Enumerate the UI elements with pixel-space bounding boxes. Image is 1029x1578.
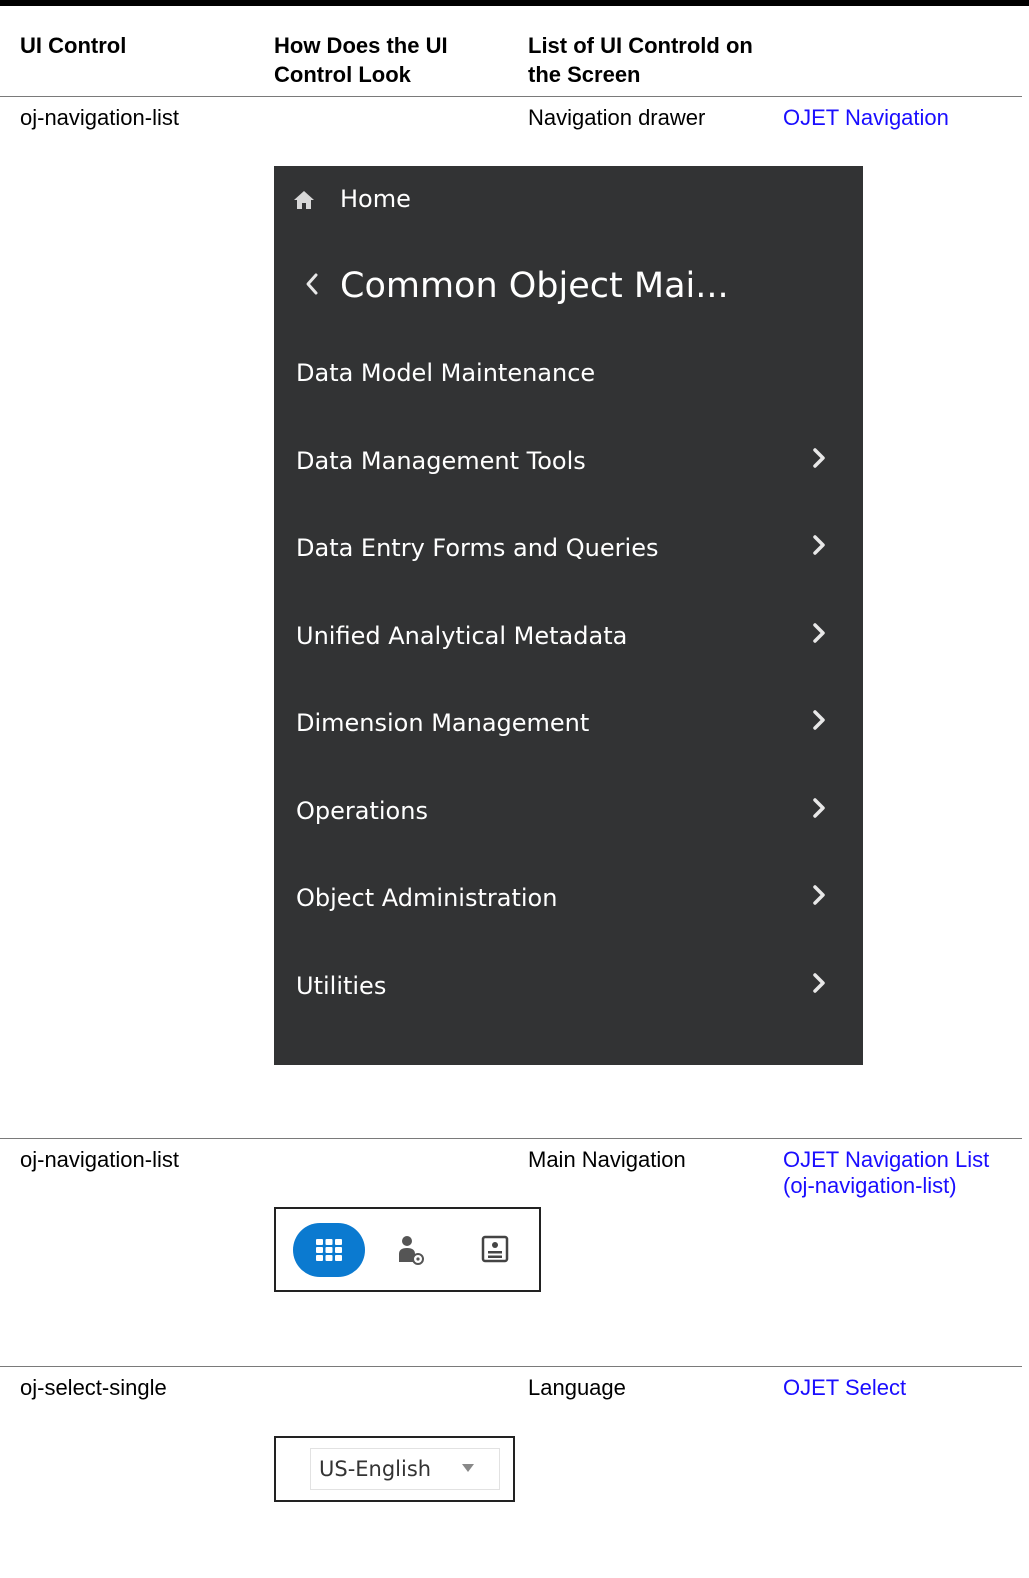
- row-3-screen-control: Language: [528, 1375, 626, 1400]
- main-navigation-preview: [274, 1207, 541, 1292]
- chevron-right-icon: [813, 448, 825, 468]
- chevron-right-icon: [813, 885, 825, 905]
- language-select-preview: US-English: [274, 1436, 515, 1502]
- home-icon: [294, 191, 314, 209]
- chevron-right-icon: [813, 973, 825, 993]
- row-divider: [0, 1366, 1022, 1367]
- row-divider: [0, 96, 1022, 97]
- row-3-reference-link[interactable]: OJET Select: [783, 1375, 906, 1401]
- caret-down-icon[interactable]: [462, 1464, 474, 1472]
- chevron-right-icon: [813, 710, 825, 730]
- grid-icon[interactable]: [312, 1233, 346, 1267]
- document-card-icon[interactable]: [477, 1232, 513, 1268]
- chevron-right-icon: [813, 535, 825, 555]
- row-2-control: oj-navigation-list: [20, 1147, 179, 1172]
- row-1-control: oj-navigation-list: [20, 105, 179, 130]
- chevron-right-icon: [813, 623, 825, 643]
- drawer-item[interactable]: Data Entry Forms and Queries: [296, 533, 658, 563]
- row-2-reference-link[interactable]: OJET Navigation List: [783, 1147, 989, 1173]
- chevron-left-icon[interactable]: [305, 272, 319, 296]
- column-header-ui-control: UI Control: [20, 33, 127, 58]
- chevron-right-icon: [813, 798, 825, 818]
- row-divider: [0, 1138, 1022, 1139]
- language-select-value: US-English: [319, 1457, 432, 1481]
- row-1-reference-link[interactable]: OJET Navigation: [783, 105, 949, 131]
- top-rule: [0, 0, 1029, 6]
- row-1-screen-control: Navigation drawer: [528, 105, 706, 130]
- navigation-drawer: Home Common Object Mai... Data Model Mai…: [274, 166, 863, 1065]
- row-2-reference-link-line-2[interactable]: (oj-navigation-list): [783, 1173, 957, 1199]
- column-header-screen-controls: List of UI Controld on the Screen: [528, 33, 753, 87]
- drawer-item[interactable]: Operations: [296, 796, 428, 826]
- user-settings-icon[interactable]: [393, 1232, 431, 1270]
- drawer-breadcrumb: Common Object Mai...: [340, 266, 729, 306]
- column-header-look: How Does the UI Control Look: [274, 33, 448, 87]
- row-2-screen-control: Main Navigation: [528, 1147, 686, 1172]
- drawer-item[interactable]: Unified Analytical Metadata: [296, 621, 627, 651]
- drawer-item[interactable]: Data Model Maintenance: [296, 358, 595, 388]
- language-select[interactable]: US-English: [310, 1448, 500, 1490]
- drawer-item[interactable]: Utilities: [296, 971, 386, 1001]
- drawer-item[interactable]: Object Administration: [296, 883, 557, 913]
- row-3-control: oj-select-single: [20, 1375, 167, 1400]
- drawer-home-link[interactable]: Home: [340, 184, 411, 214]
- drawer-item[interactable]: Data Management Tools: [296, 446, 586, 476]
- drawer-item[interactable]: Dimension Management: [296, 708, 589, 738]
